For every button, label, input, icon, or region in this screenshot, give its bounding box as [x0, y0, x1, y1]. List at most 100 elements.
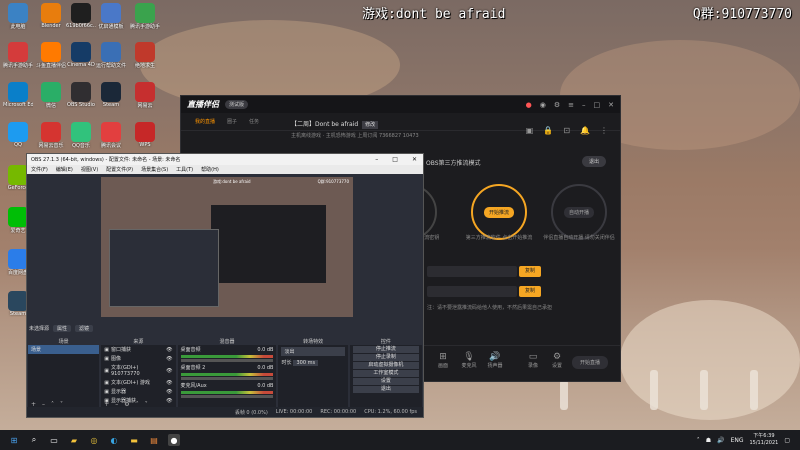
menu-tools[interactable]: 工具(T) — [176, 166, 193, 173]
source-item[interactable]: ▣ 显示器 👁 — [101, 387, 175, 396]
stop-stream-button[interactable]: 停止推流 — [352, 346, 419, 353]
store-icon[interactable]: ▤ — [148, 434, 160, 446]
folder-icon[interactable]: ▬ — [128, 434, 140, 446]
studio-mode-button[interactable]: 工作室模式 — [352, 370, 419, 377]
file-explorer-icon[interactable]: ▰ — [68, 434, 80, 446]
volume-icon[interactable]: 🔊 — [717, 437, 724, 444]
minimize-icon[interactable]: – — [582, 101, 586, 109]
language-indicator[interactable]: ENG — [731, 437, 744, 444]
notification-icon[interactable]: ▢ — [784, 437, 790, 444]
stop-record-button[interactable]: 停止录制 — [352, 354, 419, 361]
desktop-shortcut[interactable]: 网易云 — [130, 82, 160, 109]
mic-button[interactable]: 🎙 麦克风 — [457, 352, 481, 369]
desktop-shortcut[interactable]: QQ音乐 — [66, 122, 96, 149]
bell-icon[interactable]: 🔔 — [580, 126, 590, 135]
maximize-icon[interactable]: □ — [594, 101, 601, 109]
tab-circle[interactable]: 圈子 — [227, 118, 237, 125]
settings-icon[interactable]: ⚙ — [554, 101, 560, 109]
screen-icon[interactable]: ⊡ — [563, 126, 570, 135]
desktop-shortcut[interactable]: 619b0f66c... — [66, 3, 96, 29]
start-live-button[interactable]: 开始直播 — [571, 356, 608, 369]
start-push-pill[interactable]: 开始推流 — [483, 206, 514, 218]
menu-view[interactable]: 视图(V) — [81, 166, 98, 173]
copy-url-button[interactable]: 复制 — [519, 266, 541, 277]
desktop-shortcut[interactable]: 此电脑 — [3, 3, 33, 30]
source-item[interactable]: ▣ 文本(GDI+) 910773770 👁 — [101, 363, 175, 378]
source-item[interactable]: ▣ 窗口捕获 👁 — [101, 345, 175, 354]
tab-my-live[interactable]: 我的直播 — [195, 118, 215, 125]
menu-file[interactable]: 文件(F) — [31, 166, 48, 173]
volume-slider[interactable] — [180, 395, 274, 398]
search-icon[interactable]: ⌕ — [28, 434, 40, 446]
windows-start-icon[interactable]: ⊞ — [8, 434, 20, 446]
speaker-button[interactable]: 🔊 扬声器 — [483, 352, 507, 369]
scene-item[interactable]: 场景 — [28, 345, 100, 354]
desktop-shortcut[interactable]: 网易云音乐 — [36, 122, 66, 149]
obs-taskbar-icon[interactable]: ● — [168, 434, 180, 446]
gift-icon[interactable]: ▣ — [526, 126, 534, 135]
filters-button[interactable]: 滤镜 — [75, 325, 94, 332]
source-item[interactable]: ▣ 图像 👁 — [101, 354, 175, 363]
desktop-shortcut[interactable]: 绝地求生 — [130, 42, 160, 69]
network-icon[interactable]: ☗ — [706, 437, 711, 444]
task-view-icon[interactable]: ▭ — [48, 434, 60, 446]
desktop-shortcut[interactable]: Cinema 4D — [66, 42, 96, 68]
desktop-shortcut[interactable]: Blender — [36, 3, 66, 29]
camera-button[interactable]: ⊞ 画面 — [431, 352, 455, 369]
visibility-icon[interactable]: 👁 — [166, 380, 172, 386]
edge-icon[interactable]: ◐ — [108, 434, 120, 446]
transition-select[interactable]: 淡出 — [281, 347, 345, 356]
lock-icon[interactable]: 🔒 — [543, 126, 553, 135]
settings-button[interactable]: ⚙ 设置 — [545, 352, 569, 369]
close-icon[interactable]: ✕ — [608, 101, 614, 109]
desktop-shortcut[interactable]: Microsoft Edge — [3, 82, 33, 108]
tray-arrow-icon[interactable]: ˄ — [697, 437, 700, 444]
menu-help[interactable]: 帮助(H) — [201, 166, 219, 173]
volume-slider[interactable] — [180, 377, 274, 380]
menu-edit[interactable]: 编辑(E) — [56, 166, 73, 173]
desktop-shortcut-label: 微信 — [45, 103, 56, 109]
desktop-shortcut[interactable]: OBS Studio — [66, 82, 96, 108]
visibility-icon[interactable]: 👁 — [166, 347, 172, 353]
visibility-icon[interactable]: 👁 — [166, 356, 172, 362]
desktop-shortcut[interactable]: 腾讯手游助手 — [3, 42, 33, 69]
desktop-shortcut[interactable]: 腾讯会议 — [96, 122, 126, 149]
desktop-shortcut[interactable]: 腾讯手游助手 — [130, 3, 160, 30]
duration-input[interactable]: 300 ms — [293, 359, 319, 366]
desktop-shortcut[interactable]: QQ — [3, 122, 33, 148]
volume-slider[interactable] — [180, 359, 274, 362]
desktop-shortcut[interactable]: 斗鱼直播伴侣 — [36, 42, 66, 69]
obs-docks: 场景 场景 + – ˄ ˅ 来源 ▣ 窗口捕获 👁 ▣ 图像 👁 ▣ 文本(GDI+) 910773… — [27, 338, 423, 408]
obs-preview-canvas[interactable]: 游戏:dont be afraid Q群:910773770 — [101, 177, 353, 317]
desktop-shortcut[interactable]: 微信 — [36, 82, 66, 109]
menu-scene-collection[interactable]: 场景集合(S) — [141, 166, 168, 173]
exit-mode-button[interactable]: 退出 — [581, 156, 606, 167]
visibility-icon[interactable]: 👁 — [166, 368, 172, 374]
avatar-icon[interactable]: ● — [526, 101, 532, 109]
chrome-icon[interactable]: ◎ — [88, 434, 100, 446]
record-button[interactable]: ▭ 录像 — [521, 352, 545, 369]
share-icon[interactable]: ⋮ — [600, 126, 608, 135]
desktop-shortcut[interactable]: 优启通模板 — [96, 3, 126, 30]
push-url-field[interactable] — [427, 266, 517, 277]
maximize-icon[interactable]: □ — [392, 156, 398, 163]
exit-button[interactable]: 退出 — [352, 386, 419, 393]
virtual-camera-button[interactable]: 启动虚拟摄像机 — [352, 362, 419, 369]
clock[interactable]: 下午6:39 15/11/2021 — [750, 433, 779, 447]
skin-icon[interactable]: ◉ — [540, 101, 546, 109]
tab-tasks[interactable]: 任务 — [249, 118, 259, 125]
desktop-shortcut[interactable]: Steam — [96, 82, 126, 108]
desktop-shortcut[interactable]: 运行帮助文件 — [96, 42, 126, 69]
minimize-icon[interactable]: – — [375, 156, 378, 163]
room-edit-tag[interactable]: 修改 — [362, 121, 379, 129]
menu-profile[interactable]: 配置文件(P) — [106, 166, 133, 173]
settings-button[interactable]: 设置 — [352, 378, 419, 385]
visibility-icon[interactable]: 👁 — [166, 389, 172, 395]
desktop-shortcut[interactable]: WPS — [130, 122, 160, 148]
source-item[interactable]: ▣ 文本(GDI+) 游戏 👁 — [101, 378, 175, 387]
menu-icon[interactable]: ≡ — [568, 101, 574, 109]
close-icon[interactable]: ✕ — [412, 156, 417, 163]
copy-key-button[interactable]: 复制 — [519, 286, 541, 297]
push-key-field[interactable] — [427, 286, 517, 297]
properties-button[interactable]: 属性 — [53, 325, 72, 332]
